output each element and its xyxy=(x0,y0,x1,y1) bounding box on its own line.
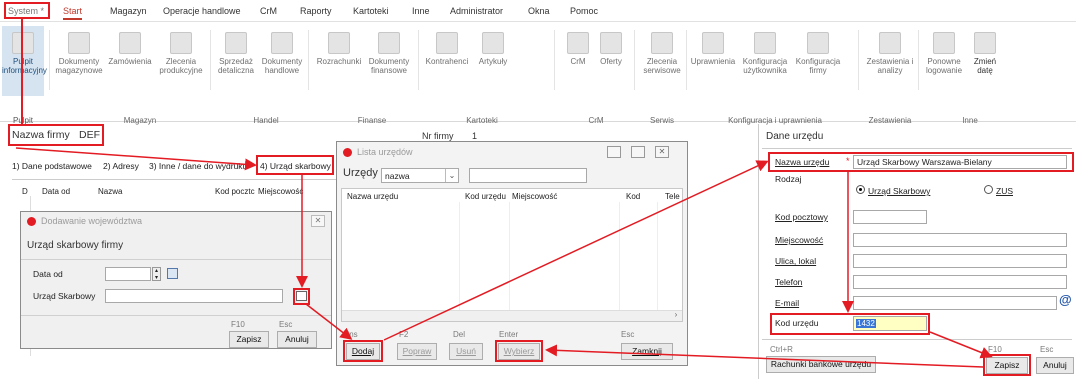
arrow-picker-to-add xyxy=(305,303,353,340)
arrow-company-to-tab xyxy=(15,147,257,171)
arrow-add-to-form xyxy=(383,160,769,341)
arrow-save-to-select xyxy=(545,344,984,368)
arrow-code-to-save xyxy=(929,331,993,359)
annotation-arrows xyxy=(15,147,993,368)
